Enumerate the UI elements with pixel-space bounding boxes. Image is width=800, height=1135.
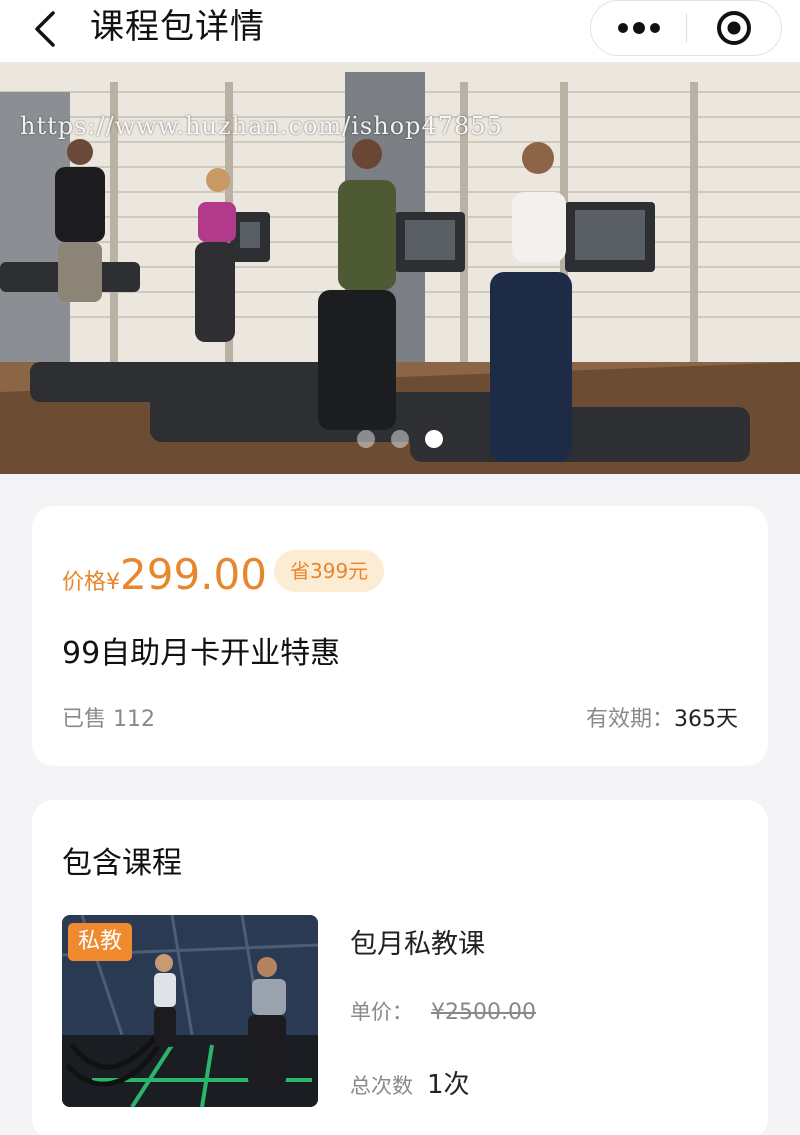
carousel-dot[interactable] [357, 430, 375, 448]
times-label: 总次数 [350, 1074, 413, 1098]
price-card: 价格 ¥ 299.00 省399元 99自助月卡开业特惠 已售 112 有效期：… [32, 506, 768, 766]
included-courses-card: 包含课程 私教 包月私教课 单价： ¥2500.00 总次数 1次 [32, 800, 768, 1135]
section-title: 包含课程 [62, 846, 182, 881]
watermark-text: https://www.huzhan.com/ishop47855 [20, 112, 503, 140]
course-thumbnail[interactable]: 私教 [62, 915, 318, 1107]
price-value: 299.00 [120, 550, 267, 599]
validity-label: 有效期： [585, 707, 674, 732]
validity-value: 365天 [674, 707, 738, 732]
more-button[interactable] [591, 0, 686, 56]
chevron-left-icon [35, 11, 55, 47]
unit-price-value: ¥2500.00 [431, 1000, 536, 1025]
banner-carousel[interactable]: https://www.huzhan.com/ishop47855 [0, 62, 800, 474]
course-name[interactable]: 包月私教课 [350, 922, 485, 961]
nav-bar: 课程包详情 [0, 0, 800, 62]
sold-label: 已售 [62, 707, 107, 732]
page-title: 课程包详情 [90, 7, 265, 47]
save-badge: 省399元 [274, 550, 385, 592]
course-unit-price: 单价： ¥2500.00 [350, 996, 536, 1026]
validity-period: 有效期：365天 [586, 701, 738, 733]
carousel-indicators [0, 430, 800, 448]
course-times: 总次数 1次 [350, 1064, 470, 1101]
target-circle-icon [716, 11, 751, 45]
price-label: 价格 [62, 570, 107, 595]
close-miniprogram-button[interactable] [687, 0, 781, 56]
back-button[interactable] [20, 6, 70, 52]
more-dots-icon [617, 22, 660, 34]
course-tag: 私教 [68, 923, 133, 961]
price-row: 价格 ¥ 299.00 [62, 550, 267, 599]
times-value: 1次 [427, 1070, 470, 1100]
carousel-dot[interactable] [391, 430, 409, 448]
mini-program-capsule [590, 0, 782, 56]
sold-count: 已售 112 [62, 701, 155, 733]
price-currency: ¥ [106, 570, 121, 595]
sold-value: 112 [113, 707, 156, 732]
carousel-dot-active[interactable] [425, 430, 443, 448]
unit-price-label: 单价： [350, 1000, 413, 1024]
product-name: 99自助月卡开业特惠 [62, 636, 341, 671]
